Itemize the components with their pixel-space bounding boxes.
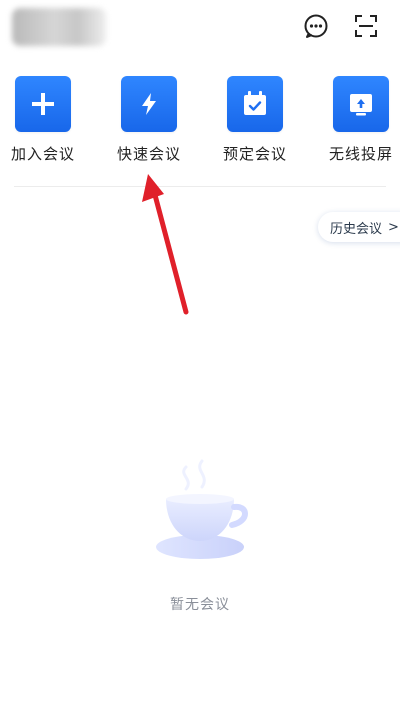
quick-meeting-button[interactable]: 快速会议: [104, 76, 194, 164]
wireless-cast-label: 无线投屏: [328, 145, 393, 163]
join-meeting-button[interactable]: 加入会议: [0, 76, 88, 164]
lightning-icon: [121, 76, 177, 132]
wireless-cast-button[interactable]: 无线投屏: [316, 76, 400, 164]
join-meeting-label: 加入会议: [10, 145, 75, 163]
chat-bubble-icon[interactable]: [302, 12, 330, 40]
quick-meeting-label: 快速会议: [116, 145, 181, 163]
history-meetings-label: 历史会议: [330, 221, 383, 237]
scan-icon[interactable]: [352, 12, 380, 40]
divider: [14, 186, 386, 187]
calendar-check-icon: [227, 76, 283, 132]
schedule-meeting-button[interactable]: 预定会议: [210, 76, 300, 164]
screen-cast-icon: [333, 76, 389, 132]
history-meetings-button[interactable]: 历史会议 >: [318, 212, 400, 242]
top-bar: [0, 0, 400, 56]
coffee-cup-icon: [148, 455, 258, 570]
plus-icon: [15, 76, 71, 132]
quick-actions: 加入会议 快速会议 预定会议 无线投屏: [0, 76, 400, 176]
user-avatar-blurred[interactable]: [12, 8, 106, 46]
schedule-meeting-label: 预定会议: [222, 145, 287, 163]
empty-state-text: 暂无会议: [170, 597, 230, 613]
chevron-right-icon: >: [388, 219, 399, 235]
